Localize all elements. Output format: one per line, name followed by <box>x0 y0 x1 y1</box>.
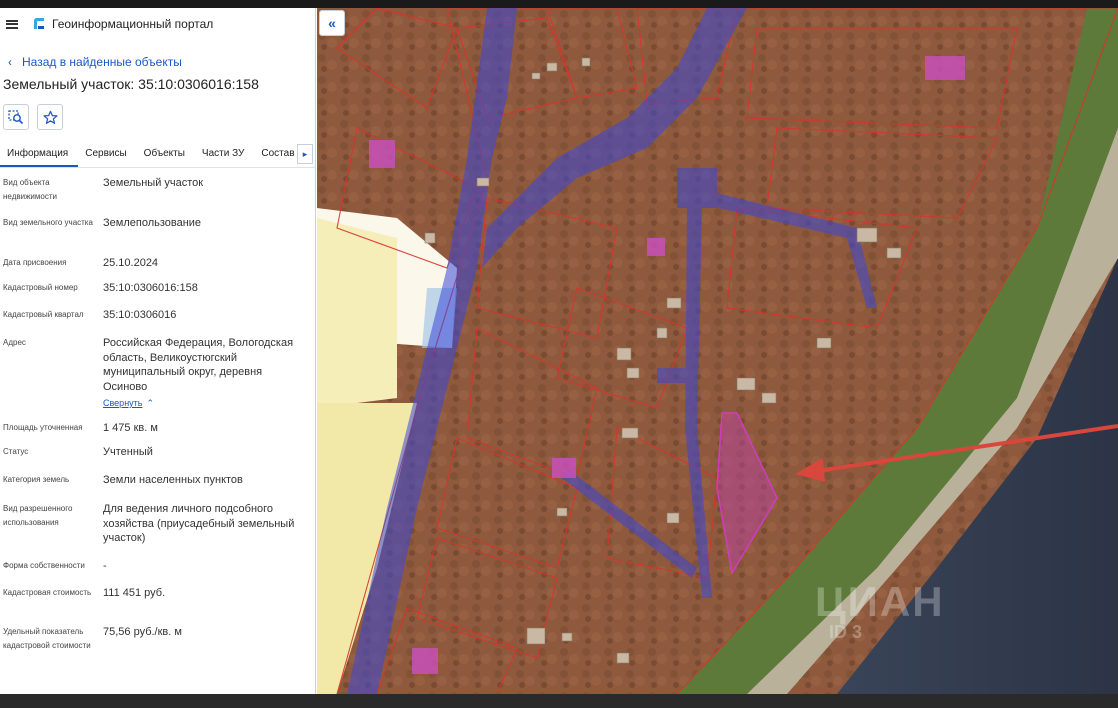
page-title: Земельный участок: 35:10:0306016:158 <box>3 76 259 92</box>
attr-value: Учтенный <box>103 446 153 458</box>
tab-information[interactable]: Информация <box>0 148 79 167</box>
back-to-results-link[interactable]: ‹ Назад в найденные объекты <box>0 40 315 70</box>
attr-permitted-use: Вид разрешенного использования Для веден… <box>0 502 315 546</box>
attr-land-category: Категория земель Земли населенных пункто… <box>0 473 315 488</box>
attr-label: Вид разрешенного использования <box>3 504 73 527</box>
attributes-list: Вид объекта недвижимости Земельный участ… <box>0 168 315 650</box>
attr-cadastral-quarter: Кадастровый квартал 35:10:0306016 <box>0 308 315 323</box>
map-view[interactable]: « ЦИАН ID 3 <box>317 8 1118 694</box>
attr-label: Кадастровый квартал <box>3 310 84 319</box>
attr-cadastral-value: Кадастровая стоимость 111 451 руб. <box>0 586 315 601</box>
bottom-bar <box>0 694 1118 708</box>
chevron-up-icon[interactable]: ⌃ <box>146 398 154 408</box>
attr-value: Российская Федерация, Вологодская област… <box>103 337 294 393</box>
app-title: Геоинформационный портал <box>52 17 214 31</box>
attr-status: Статус Учтенный <box>0 445 315 460</box>
collapse-address-link[interactable]: Свернуть <box>103 396 142 411</box>
attr-value: 35:10:0306016 <box>103 309 177 321</box>
attr-value-wrapper: Российская Федерация, Вологодская област… <box>100 336 300 411</box>
attr-value: 75,56 руб./кв. м <box>103 626 182 638</box>
map-search-icon <box>8 110 24 125</box>
collapse-panel-button[interactable]: « <box>319 10 345 36</box>
attr-value: 35:10:0306016:158 <box>103 282 198 294</box>
tab-land-parts[interactable]: Части ЗУ <box>195 148 254 167</box>
action-buttons <box>0 98 315 140</box>
chevron-left-icon: ‹ <box>8 55 12 69</box>
attr-value: 111 451 руб. <box>103 587 166 599</box>
attr-ownership: Форма собственности - <box>0 559 315 574</box>
attr-cadastral-number: Кадастровый номер 35:10:0306016:158 <box>0 281 315 296</box>
attr-label: Адрес <box>3 338 26 347</box>
attr-label: Дата присвоения <box>3 258 67 267</box>
tab-objects[interactable]: Объекты <box>137 148 195 167</box>
attr-label: Удельный показатель кадастровой стоимост… <box>3 627 91 650</box>
attr-value: 1 475 кв. м <box>103 422 158 434</box>
attr-area: Площадь уточненная 1 475 кв. м <box>0 421 315 436</box>
hamburger-menu-icon[interactable] <box>6 19 18 29</box>
attr-label: Площадь уточненная <box>3 423 83 432</box>
locate-on-map-button[interactable] <box>3 104 29 130</box>
watermark: ЦИАН <box>815 578 945 625</box>
attr-value: - <box>103 560 107 572</box>
info-panel: Геоинформационный портал ‹ Назад в найде… <box>0 8 316 694</box>
favorite-button[interactable] <box>37 104 63 130</box>
attr-land-type: Вид земельного участка Землепользование <box>0 216 315 231</box>
tabs-scroll-right-button[interactable]: ▸ <box>297 144 313 164</box>
attr-label: Кадастровая стоимость <box>3 588 92 597</box>
tab-services[interactable]: Сервисы <box>78 148 136 167</box>
attr-value: Для ведения личного подсобного хозяйства… <box>103 503 295 544</box>
back-link-label: Назад в найденные объекты <box>22 55 182 69</box>
watermark-id: ID 3 <box>829 622 863 642</box>
portal-logo-icon <box>34 18 44 29</box>
zone-light-yellow <box>317 218 397 408</box>
attr-value: 25.10.2024 <box>103 257 159 269</box>
attr-label: Статус <box>3 447 29 456</box>
attr-assigned-date: Дата присвоения 25.10.2024 <box>0 256 315 271</box>
attr-value: Земли населенных пунктов <box>103 474 243 486</box>
star-icon <box>43 110 57 124</box>
tab-bar: Информация Сервисы Объекты Части ЗУ Сост… <box>0 140 315 168</box>
attr-label: Кадастровый номер <box>3 283 78 292</box>
satellite-map[interactable] <box>317 8 1118 694</box>
attr-address: Адрес Российская Федерация, Вологодская … <box>0 336 315 411</box>
attr-label: Категория земель <box>3 475 70 484</box>
attr-object-type: Вид объекта недвижимости Земельный участ… <box>0 176 315 204</box>
attr-label: Форма собственности <box>3 561 85 570</box>
attr-specific-value: Удельный показатель кадастровой стоимост… <box>0 625 315 653</box>
attr-value: Земельный участок <box>103 177 204 189</box>
attr-value: Землепользование <box>103 217 202 229</box>
attr-label: Вид земельного участка <box>3 218 93 227</box>
attr-label: Вид объекта недвижимости <box>3 178 57 201</box>
top-bar: Геоинформационный портал <box>0 8 315 40</box>
app-window: Геоинформационный портал ‹ Назад в найде… <box>0 8 1118 694</box>
